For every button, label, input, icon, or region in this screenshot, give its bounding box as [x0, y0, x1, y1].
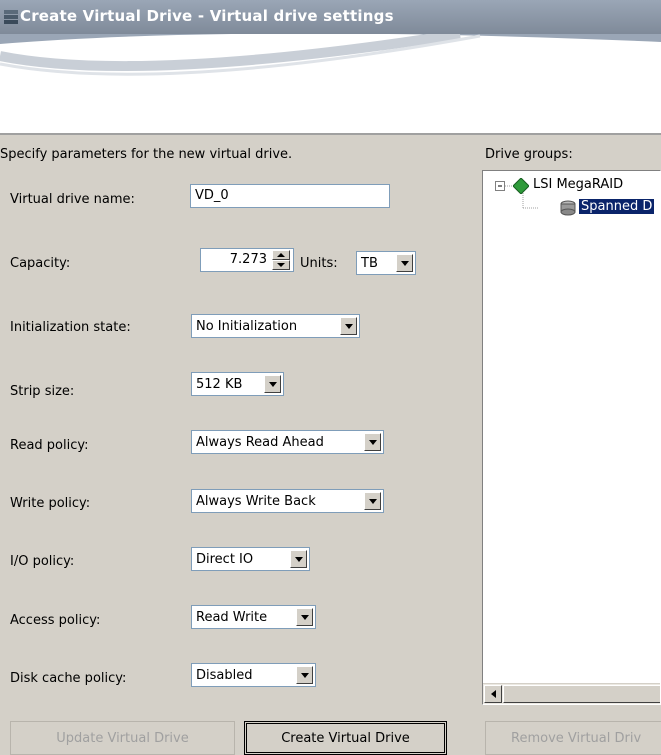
drive-groups-tree[interactable]: LSI MegaRAID Spanned D: [482, 170, 661, 705]
io-policy-label: I/O policy:: [10, 554, 75, 569]
disk-cache-policy-value: Disabled: [196, 667, 253, 683]
drive-groups-label: Drive groups:: [485, 147, 573, 162]
spin-up-icon: [277, 253, 285, 257]
controller-icon: [513, 178, 529, 194]
access-policy-select[interactable]: Read Write: [191, 605, 316, 629]
dropdown-button[interactable]: [364, 492, 381, 510]
strip-size-value: 512 KB: [196, 376, 243, 392]
remove-virtual-drive-button[interactable]: Remove Virtual Driv: [485, 721, 661, 755]
disk-stack-icon: [4, 10, 18, 24]
chevron-left-icon: [490, 690, 496, 698]
create-virtual-drive-button[interactable]: Create Virtual Drive: [244, 721, 447, 755]
chevron-down-icon: [300, 614, 309, 620]
read-policy-value: Always Read Ahead: [196, 434, 324, 450]
chevron-down-icon: [368, 439, 377, 445]
instructions-text: Specify parameters for the new virtual d…: [0, 147, 293, 162]
spin-down-button[interactable]: [272, 260, 290, 270]
chevron-down-icon: [268, 381, 277, 387]
title-bar: Create Virtual Drive - Virtual drive set…: [0, 0, 661, 34]
strip-size-label: Strip size:: [10, 384, 75, 399]
tree-child-label[interactable]: Spanned D: [579, 199, 655, 214]
dropdown-button[interactable]: [396, 254, 413, 272]
read-policy-select[interactable]: Always Read Ahead: [191, 430, 384, 454]
banner-divider: [0, 133, 661, 135]
drive-group-icon: [560, 200, 576, 216]
scroll-thumb[interactable]: [503, 685, 660, 703]
write-policy-value: Always Write Back: [196, 493, 316, 509]
tree-lines: [495, 181, 538, 209]
io-policy-value: Direct IO: [196, 551, 254, 567]
vd-name-input[interactable]: VD_0: [190, 184, 390, 208]
io-policy-select[interactable]: Direct IO: [191, 547, 310, 571]
dropdown-button[interactable]: [296, 666, 313, 684]
dropdown-button[interactable]: [296, 608, 313, 626]
header-banner: [0, 34, 661, 134]
disk-cache-policy-label: Disk cache policy:: [10, 671, 127, 686]
access-policy-value: Read Write: [196, 609, 268, 625]
strip-size-select[interactable]: 512 KB: [191, 372, 284, 396]
access-policy-label: Access policy:: [10, 613, 101, 628]
spin-up-button[interactable]: [272, 250, 290, 260]
units-select[interactable]: TB: [356, 251, 416, 275]
capacity-value: 7.273: [229, 252, 267, 267]
capacity-spinner[interactable]: [272, 250, 290, 270]
dropdown-button[interactable]: [264, 375, 281, 393]
disk-cache-policy-select[interactable]: Disabled: [191, 663, 316, 687]
tree-root-label[interactable]: LSI MegaRAID: [533, 177, 623, 192]
capacity-label: Capacity:: [10, 256, 71, 271]
chevron-down-icon: [300, 672, 309, 678]
dropdown-button[interactable]: [340, 317, 357, 335]
read-policy-label: Read policy:: [10, 438, 89, 453]
chevron-down-icon: [400, 260, 409, 266]
vd-name-value: VD_0: [195, 188, 229, 203]
chevron-down-icon: [294, 556, 303, 562]
dropdown-button[interactable]: [290, 550, 307, 568]
units-value: TB: [361, 255, 378, 271]
units-label: Units:: [300, 256, 338, 271]
chevron-down-icon: [344, 323, 353, 329]
spin-down-icon: [277, 263, 285, 267]
init-state-select[interactable]: No Initialization: [191, 314, 360, 338]
vd-name-label: Virtual drive name:: [10, 192, 135, 207]
init-state-value: No Initialization: [196, 318, 298, 334]
write-policy-label: Write policy:: [10, 496, 91, 511]
window-title: Create Virtual Drive - Virtual drive set…: [20, 7, 394, 25]
write-policy-select[interactable]: Always Write Back: [191, 489, 384, 513]
update-virtual-drive-button[interactable]: Update Virtual Drive: [10, 721, 235, 755]
horizontal-scrollbar[interactable]: [483, 683, 660, 704]
scroll-left-button[interactable]: [484, 685, 502, 703]
chevron-down-icon: [368, 498, 377, 504]
init-state-label: Initialization state:: [10, 320, 131, 335]
dropdown-button[interactable]: [364, 433, 381, 451]
